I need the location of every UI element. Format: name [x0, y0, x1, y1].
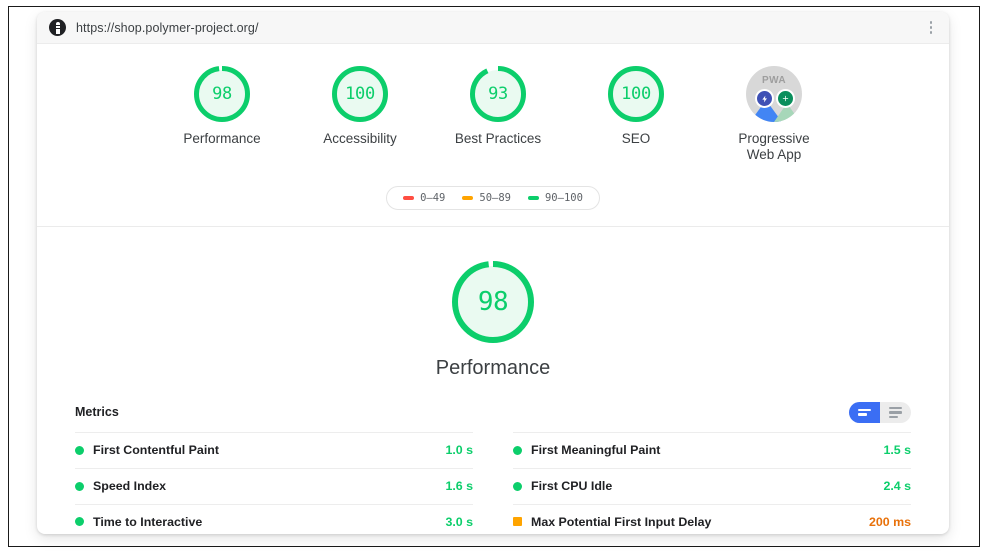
legend-entry: 0–49 — [403, 192, 445, 204]
score-legend: 0–49 50–89 90–100 — [386, 185, 600, 210]
gauge-label: Performance — [183, 131, 261, 146]
metric-row[interactable]: Time to Interactive 3.0 s — [75, 503, 473, 534]
metric-name: Time to Interactive — [93, 514, 203, 529]
metric-value: 1.6 s — [445, 479, 473, 494]
metric-value: 1.5 s — [883, 443, 911, 458]
metric-row[interactable]: First CPU Idle 2.4 s — [513, 467, 911, 504]
gauge-ring: 98 — [194, 66, 250, 122]
gauge-score: 98 — [212, 84, 232, 104]
metric-row[interactable]: Speed Index 1.6 s — [75, 467, 473, 504]
metrics-heading: Metrics — [75, 405, 119, 420]
legend-range: 0–49 — [420, 191, 446, 204]
metrics-block: Metrics First Contentful Paint 1.0 s Spe… — [75, 401, 911, 534]
metrics-header: Metrics — [75, 401, 911, 432]
gauge-ring: 93 — [470, 66, 526, 122]
bar-view-icon[interactable] — [849, 401, 880, 423]
performance-score: 98 — [477, 286, 509, 317]
metric-name: First Meaningful Paint — [531, 443, 661, 458]
metric-status-icon — [513, 517, 522, 527]
gauge-performance[interactable]: 98 Performance — [168, 66, 276, 164]
lighthouse-report-card: https://shop.polymer-project.org/ 98 Per… — [37, 12, 949, 534]
pwa-badge: PWA — [746, 66, 802, 122]
legend-entry: 50–89 — [462, 192, 511, 204]
metrics-column-left: First Contentful Paint 1.0 s Speed Index… — [75, 431, 473, 534]
kebab-menu-icon[interactable] — [923, 18, 939, 38]
metrics-view-toggle[interactable] — [849, 401, 911, 423]
metric-name: Max Potential First Input Delay — [531, 514, 712, 529]
metric-status-icon — [75, 481, 84, 491]
gauge-label: Best Practices — [454, 131, 542, 146]
pwa-badge-text: PWA — [762, 75, 786, 86]
performance-title: Performance — [435, 356, 551, 379]
gauge-label: SEO — [621, 131, 651, 146]
legend-swatch — [527, 195, 539, 200]
legend-range: 50–89 — [479, 191, 511, 204]
url-text: https://shop.polymer-project.org/ — [76, 20, 259, 35]
score-gauges: 98 Performance 100 Accessibility 93 Best… — [37, 66, 949, 164]
legend-wrapper: 0–49 50–89 90–100 — [37, 185, 949, 210]
lighthouse-icon — [49, 19, 66, 36]
metrics-grid: First Contentful Paint 1.0 s Speed Index… — [75, 431, 911, 534]
performance-section: 98 Performance Metrics First Contentful … — [37, 227, 949, 534]
performance-gauge-wrapper: 98 Performance — [37, 260, 949, 380]
gauge-label: Progressive Web App — [738, 131, 810, 163]
metric-value: 2.4 s — [883, 479, 911, 494]
list-view-icon[interactable] — [880, 402, 911, 423]
shield-bolt-icon — [755, 89, 774, 108]
legend-entry: 90–100 — [527, 191, 583, 204]
metric-value: 1.0 s — [445, 443, 473, 458]
metric-value: 3.0 s — [445, 514, 473, 529]
performance-gauge: 98 — [452, 260, 534, 343]
gauge-ring: 100 — [608, 66, 664, 122]
gauge-ring: 100 — [332, 66, 388, 122]
metric-name: First CPU Idle — [531, 479, 613, 494]
metric-name: First Contentful Paint — [93, 443, 219, 458]
metric-status-icon — [75, 445, 84, 455]
gauge-score: 100 — [345, 84, 375, 104]
url-bar: https://shop.polymer-project.org/ — [37, 12, 949, 44]
metric-row[interactable]: First Meaningful Paint 1.5 s — [513, 431, 911, 468]
metric-value: 200 ms — [868, 514, 911, 529]
legend-swatch — [403, 195, 415, 200]
gauge-accessibility[interactable]: 100 Accessibility — [306, 66, 414, 164]
metric-status-icon — [513, 445, 522, 455]
metric-status-icon — [513, 481, 522, 491]
plus-circle-icon — [776, 89, 795, 108]
gauge-score: 93 — [488, 84, 508, 104]
gauge-progressive-web-app[interactable]: PWA Progressive Web App — [720, 66, 828, 164]
gauge-best-practices[interactable]: 93 Best Practices — [444, 66, 552, 164]
metrics-column-right: First Meaningful Paint 1.5 s First CPU I… — [513, 431, 911, 534]
metric-row[interactable]: First Contentful Paint 1.0 s — [75, 431, 473, 468]
gauge-label: Accessibility — [323, 131, 397, 146]
legend-swatch — [462, 195, 474, 200]
metric-status-icon — [75, 517, 84, 527]
legend-range: 90–100 — [544, 191, 583, 204]
browser-frame: https://shop.polymer-project.org/ 98 Per… — [8, 6, 980, 547]
gauge-score: 100 — [621, 84, 651, 104]
metric-name: Speed Index — [93, 479, 166, 494]
gauge-seo[interactable]: 100 SEO — [582, 66, 690, 164]
scores-section: 98 Performance 100 Accessibility 93 Best… — [37, 44, 949, 227]
metric-row[interactable]: Max Potential First Input Delay 200 ms — [513, 503, 911, 534]
